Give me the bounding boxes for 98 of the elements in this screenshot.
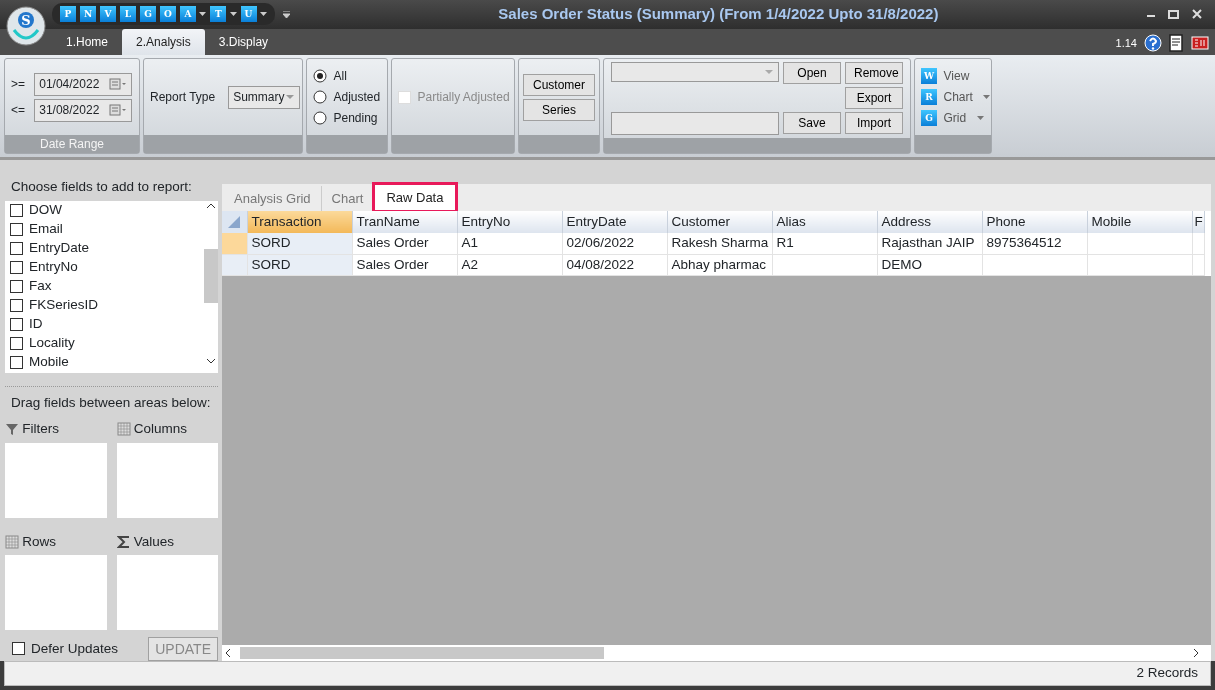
radio-button[interactable]: Pending (313, 109, 381, 128)
field-checkbox[interactable]: EntryDate (5, 238, 204, 258)
drop-area[interactable] (5, 555, 107, 631)
radio-icon (313, 69, 327, 84)
caret-icon (764, 69, 774, 76)
radio-icon (313, 90, 327, 105)
record-count: 2 Records (1136, 664, 1198, 683)
button[interactable]: R Chart (921, 88, 991, 107)
sigma-icon (116, 534, 131, 549)
table-cell: Sales Order (352, 233, 457, 255)
layout-name-field[interactable] (611, 112, 779, 136)
checkbox[interactable]: Defer Updates (11, 638, 142, 659)
field-checkbox[interactable]: Email (5, 219, 204, 239)
column-header[interactable]: Address (877, 211, 982, 234)
minimize-icon (1147, 15, 1155, 18)
button[interactable]: G Grid (921, 109, 984, 128)
caret-icon (259, 12, 267, 17)
calendar-dropdown-icon (109, 77, 128, 92)
button[interactable]: Remove (845, 62, 903, 85)
button[interactable]: Import (845, 112, 903, 135)
column-header[interactable]: EntryNo (457, 211, 562, 234)
grid-icon (116, 422, 131, 437)
field-checkbox[interactable]: Locality (5, 333, 204, 353)
table-cell: SORD (247, 233, 352, 255)
field-label: Report Type (150, 89, 216, 107)
area-label: Filters (22, 420, 59, 439)
filter-icon (5, 422, 19, 437)
grid-icon (5, 534, 19, 549)
column-header[interactable]: EntryDate (562, 211, 667, 234)
field-checkbox[interactable]: Mobile (5, 352, 204, 372)
button[interactable]: Customer (523, 73, 595, 96)
column-header[interactable]: Customer (667, 211, 772, 234)
drag-hint: Drag fields between areas below: (5, 385, 218, 413)
caret-icon (284, 94, 295, 101)
field-checkbox[interactable]: Fax (5, 276, 204, 296)
calendar-dropdown-icon (109, 103, 128, 118)
table-cell: 04/08/2022 (562, 254, 667, 276)
table-cell: R1 (772, 233, 877, 255)
comparison-label: >= (11, 76, 26, 94)
select-all-icon (226, 214, 242, 231)
caret-icon (229, 12, 237, 17)
column-header[interactable]: TranName (352, 211, 457, 234)
button[interactable]: Save (783, 112, 841, 135)
close-icon (1192, 9, 1202, 20)
radio-button[interactable]: Adjusted (313, 88, 381, 107)
area-label: Columns (133, 420, 188, 439)
caret-icon (199, 12, 207, 17)
date-field[interactable]: 01/04/2022 (34, 72, 133, 96)
table-cell: Abhay pharmac (667, 254, 772, 276)
table-cell: Sales Order (352, 254, 457, 276)
row-header[interactable] (222, 233, 247, 255)
radio-button[interactable]: All (313, 67, 381, 86)
button[interactable]: W View (921, 67, 970, 86)
column-header[interactable]: Phone (982, 211, 1087, 234)
drop-area[interactable] (5, 442, 107, 518)
table-cell: Rakesh Sharma (667, 233, 772, 255)
button[interactable]: Open (783, 62, 841, 85)
exit-icon (1190, 33, 1209, 52)
document-icon (1168, 33, 1184, 52)
drop-area[interactable] (116, 442, 218, 518)
column-header[interactable]: Transaction (247, 211, 352, 234)
table-cell: 02/06/2022 (562, 233, 667, 255)
row-header[interactable] (222, 254, 247, 276)
ribbon-tab[interactable]: 1.Home (52, 29, 123, 56)
area-label: Values (133, 532, 175, 551)
table-cell: A2 (457, 254, 562, 276)
field-checkbox[interactable]: ID (5, 314, 204, 334)
ribbon-tab[interactable]: 2.Analysis (122, 29, 205, 56)
field-list-title: Choose fields to add to report: (10, 178, 193, 197)
report-type-dropdown[interactable]: Summary (228, 85, 300, 109)
maximize-icon (1168, 9, 1179, 20)
customize-icon (282, 11, 290, 18)
table-cell: Rajasthan JAIP (877, 233, 982, 255)
group-label: Date Range (5, 135, 139, 154)
caret-icon (983, 95, 991, 100)
column-header[interactable]: Alias (772, 211, 877, 234)
field-checkbox[interactable]: DOW (5, 200, 204, 220)
tab[interactable]: Raw Data (374, 183, 457, 212)
radio-icon (313, 111, 327, 126)
drop-area[interactable] (116, 555, 218, 631)
version-label: 1.14 (1115, 35, 1137, 51)
table-cell: A1 (457, 233, 562, 255)
caret-icon (976, 116, 984, 121)
date-field[interactable]: 31/08/2022 (34, 98, 133, 122)
button[interactable]: Export (845, 87, 903, 110)
field-checkbox[interactable]: FKSeriesID (5, 295, 204, 315)
table-cell: 8975364512 (982, 233, 1087, 255)
ribbon-tab[interactable]: 3.Display (204, 29, 283, 56)
help-icon (1143, 33, 1162, 52)
window-title: Sales Order Status (Summary) (From 1/4/2022 Upto 31/8/2022) (497, 4, 940, 25)
button[interactable]: Series (523, 98, 595, 121)
column-header[interactable]: Mobile (1087, 211, 1192, 234)
field-checkbox[interactable]: EntryNo (5, 257, 204, 277)
table-cell: DEMO (877, 254, 982, 276)
checkbox: Partially Adjusted (398, 88, 508, 107)
comparison-label: <= (11, 102, 26, 120)
layout-dropdown[interactable] (611, 62, 779, 83)
area-label: Rows (22, 532, 56, 551)
